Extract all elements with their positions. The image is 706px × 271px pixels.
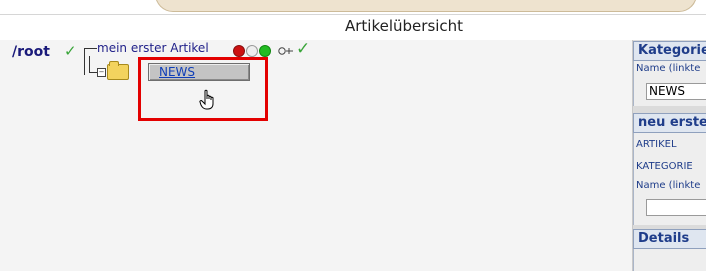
category-panel-body: Name (linkte NEWS	[633, 61, 706, 106]
hand-pointer-icon	[199, 89, 214, 110]
details-panel-header[interactable]: Details	[633, 229, 706, 249]
folder-icon[interactable]	[107, 61, 129, 80]
expand-toggle-icon[interactable]: −	[97, 68, 106, 77]
check-icon[interactable]: ✓	[64, 42, 77, 60]
tree-connector-line	[84, 48, 97, 75]
context-menu-item-news[interactable]: NEWS	[148, 63, 250, 81]
status-green-icon[interactable]	[259, 45, 271, 57]
category-panel-header[interactable]: Kategorie	[633, 41, 706, 61]
page-title: Artikelübersicht	[345, 17, 464, 35]
status-grey-icon[interactable]	[246, 45, 258, 57]
check-icon[interactable]: ✓	[296, 39, 310, 59]
kategorie-label: KATEGORIE	[636, 161, 693, 172]
tree-connector-line	[89, 72, 97, 73]
status-red-icon[interactable]	[233, 45, 245, 57]
right-panel: Kategorie Name (linkte NEWS neu erste AR…	[632, 40, 706, 271]
tree-connector-line	[89, 56, 90, 73]
top-strip	[0, 0, 706, 14]
article-name-label: Name (linkte	[636, 180, 701, 191]
article-panel-body: ARTIKEL KATEGORIE Name (linkte	[633, 133, 706, 225]
details-panel-body	[633, 249, 706, 271]
artikel-label: ARTIKEL	[636, 139, 677, 150]
status-lights[interactable]	[233, 42, 272, 57]
move-icon-svg	[278, 47, 293, 55]
article-name-input[interactable]	[646, 199, 706, 216]
article-panel-header[interactable]: neu erste	[633, 113, 706, 133]
article-link[interactable]: mein erster Artikel	[97, 41, 209, 55]
top-tab-decoration	[155, 0, 697, 12]
tree-root-label[interactable]: /root	[12, 44, 50, 60]
category-name-input[interactable]: NEWS	[646, 83, 706, 100]
move-icon[interactable]	[278, 44, 294, 59]
category-name-label: Name (linkte	[636, 63, 701, 74]
